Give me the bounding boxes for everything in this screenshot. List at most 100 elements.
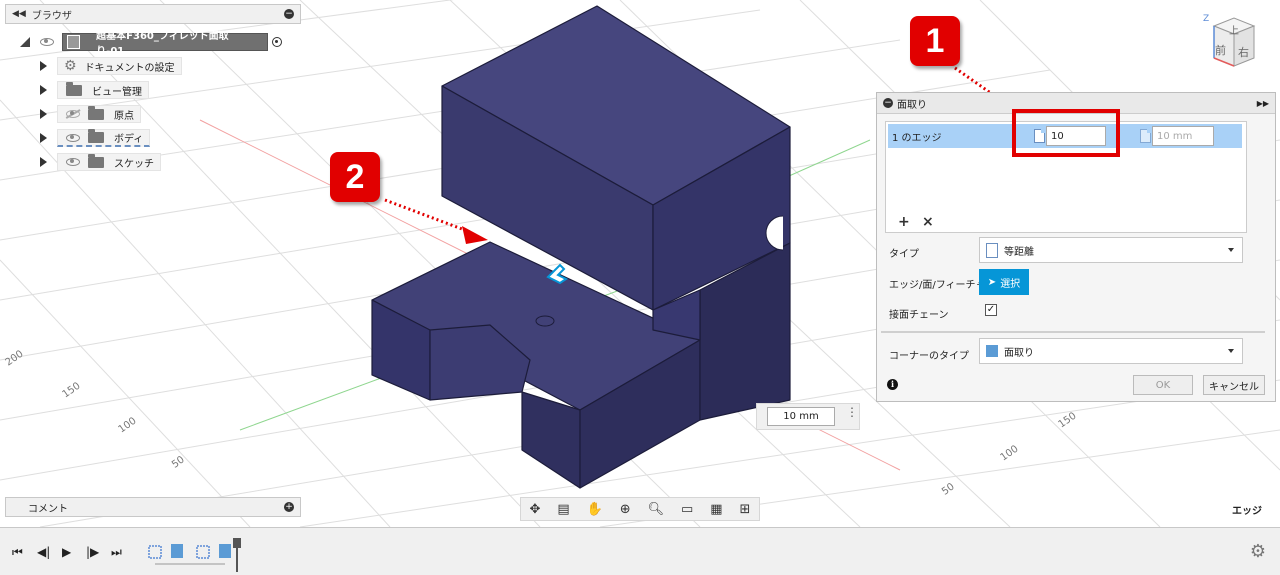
navigation-toolbar: ✥ ▤ ✋ ⊕ 🔍︎ ▭ ▦ ⊞ <box>520 497 760 521</box>
zoom-window-icon[interactable]: 🔍︎ <box>648 502 665 517</box>
tree-item-view-management[interactable]: ビュー管理 <box>40 80 149 100</box>
distance-placeholder-input[interactable]: 10 mm <box>1152 126 1214 146</box>
pan-icon[interactable]: ✋ <box>587 502 603 517</box>
divider <box>881 331 1265 333</box>
comment-label: コメント <box>28 503 68 515</box>
eye-icon[interactable] <box>40 38 54 46</box>
activate-radio-icon[interactable] <box>272 37 282 47</box>
folder-icon <box>88 153 104 168</box>
grid-settings-icon[interactable]: ▦ <box>710 502 722 517</box>
add-selection-icon[interactable]: + <box>898 214 910 230</box>
viewcube-front-label: 前 <box>1215 44 1226 57</box>
folder-icon <box>88 105 104 120</box>
expand-right-icon[interactable] <box>40 61 47 71</box>
gear-icon: ⚙ <box>64 58 77 74</box>
expand-right-icon[interactable] <box>40 157 47 167</box>
tree-item-document-settings[interactable]: ⚙ ドキュメントの設定 <box>40 56 182 76</box>
tree-chip: 原点 <box>57 105 141 123</box>
folder-icon <box>88 129 104 143</box>
add-comment-icon[interactable]: + <box>284 502 294 512</box>
viewcube-right-label: 右 <box>1238 46 1249 59</box>
tree-root[interactable]: 超基本F360_フィレット面取り-01_... <box>20 31 282 57</box>
info-icon[interactable]: i <box>887 379 898 390</box>
root-component-name: 超基本F360_フィレット面取り-01_... <box>96 31 229 57</box>
corner-type-value: 面取り <box>1004 347 1034 359</box>
collapse-dialog-icon[interactable]: − <box>883 98 893 108</box>
type-label: タイプ <box>889 249 919 260</box>
component-icon <box>67 35 81 49</box>
ok-button[interactable]: OK <box>1133 375 1193 395</box>
tree-chip: ビュー管理 <box>57 81 149 99</box>
browser-header: ◀◀ ブラウザ − <box>5 4 301 24</box>
go-to-end-icon[interactable]: ⏭ <box>111 545 122 560</box>
eye-hidden-icon[interactable] <box>66 110 80 118</box>
tree-item-label: ドキュメントの設定 <box>84 62 175 74</box>
tree-item-label: ボディ <box>114 134 144 145</box>
tree-item-label: スケッチ <box>114 158 154 170</box>
pointer-icon: ➤ <box>987 276 997 288</box>
gear-icon[interactable]: ⚙ <box>1250 541 1266 562</box>
cancel-button[interactable]: キャンセル <box>1203 375 1265 395</box>
collapse-panel-icon[interactable]: − <box>284 9 294 19</box>
double-left-arrow-icon[interactable]: ◀◀ <box>12 9 26 19</box>
select-edges-button[interactable]: ➤ 選択 <box>979 269 1029 295</box>
tree-item-label: 原点 <box>114 110 134 122</box>
equal-distance-icon <box>986 242 998 258</box>
type-dropdown[interactable]: 等距離 <box>979 237 1243 263</box>
canvas-distance-input[interactable]: 10 mm <box>767 407 835 426</box>
expand-right-icon[interactable] <box>40 133 47 143</box>
look-at-icon[interactable]: ▤ <box>557 502 569 517</box>
corner-chamfer-icon <box>986 345 998 357</box>
tangent-chain-checkbox[interactable]: ✓ <box>985 304 997 316</box>
chamfer-distance-icon <box>1140 129 1151 143</box>
selection-label: 1 のエッジ <box>892 132 942 144</box>
browser-title: ブラウザ <box>31 10 72 22</box>
timeline-bar: ⏮ ◀| ▶ |▶ ⏭ ⚙ <box>0 527 1280 575</box>
remove-selection-icon[interactable]: × <box>922 214 934 230</box>
viewports-icon[interactable]: ⊞ <box>740 502 751 517</box>
tree-item-origin[interactable]: 原点 <box>40 104 141 124</box>
more-options-icon[interactable]: ⋮ <box>846 406 858 418</box>
distance-placeholder: 10 mm <box>1157 130 1193 142</box>
expand-right-icon[interactable] <box>40 109 47 119</box>
tree-chip: ⚙ ドキュメントの設定 <box>57 57 182 75</box>
highlight-box <box>1012 109 1120 157</box>
browser-panel: ◀◀ ブラウザ − <box>5 4 301 24</box>
zoom-icon[interactable]: ⊕ <box>620 502 631 517</box>
tree-item-bodies[interactable]: ボディ <box>40 128 151 148</box>
viewcube-axis-label: Z <box>1203 14 1210 24</box>
comment-panel[interactable]: コメント + <box>5 497 301 517</box>
chevron-down-icon <box>1228 349 1234 353</box>
select-button-label: 選択 <box>1000 278 1021 290</box>
eye-icon[interactable] <box>66 158 80 166</box>
tree-item-sketches[interactable]: スケッチ <box>40 152 161 172</box>
timeline-features[interactable] <box>145 534 245 572</box>
callout-2: 2 <box>330 152 380 202</box>
eye-icon[interactable] <box>66 133 80 142</box>
callout-1: 1 <box>910 16 960 66</box>
step-forward-icon[interactable]: |▶ <box>86 545 99 559</box>
corner-type-dropdown[interactable]: 面取り <box>979 338 1243 364</box>
canvas-distance-value: 10 mm <box>783 411 819 422</box>
expand-right-icon[interactable] <box>40 85 47 95</box>
orbit-icon[interactable]: ✥ <box>529 502 540 517</box>
root-component[interactable]: 超基本F360_フィレット面取り-01_... <box>62 31 268 57</box>
viewcube-top-label: 上 <box>1229 26 1239 37</box>
display-settings-icon[interactable]: ▭ <box>681 502 693 517</box>
chevron-down-icon <box>1228 248 1234 252</box>
play-icon[interactable]: ▶ <box>62 545 71 559</box>
folder-icon <box>66 81 82 96</box>
step-back-icon[interactable]: ◀| <box>37 545 50 559</box>
expand-down-icon[interactable] <box>20 37 30 47</box>
modeling-canvas[interactable]: 200 150 100 50 150 100 50 ◀◀ ブラウザ − 超基本F… <box>0 0 1280 527</box>
status-hint: エッジ <box>1232 506 1262 517</box>
checkmark: ✓ <box>986 304 996 315</box>
type-value: 等距離 <box>1004 246 1034 258</box>
double-right-arrow-icon[interactable]: ▶▶ <box>1257 99 1269 108</box>
go-to-start-icon[interactable]: ⏮ <box>12 545 23 560</box>
tree-item-label: ビュー管理 <box>92 86 142 98</box>
edge-label: エッジ/面/フィーチャ <box>889 280 986 291</box>
tree-chip: スケッチ <box>57 153 161 171</box>
tangent-chain-label: 接面チェーン <box>889 310 949 321</box>
tree-chip: ボディ <box>57 129 151 147</box>
